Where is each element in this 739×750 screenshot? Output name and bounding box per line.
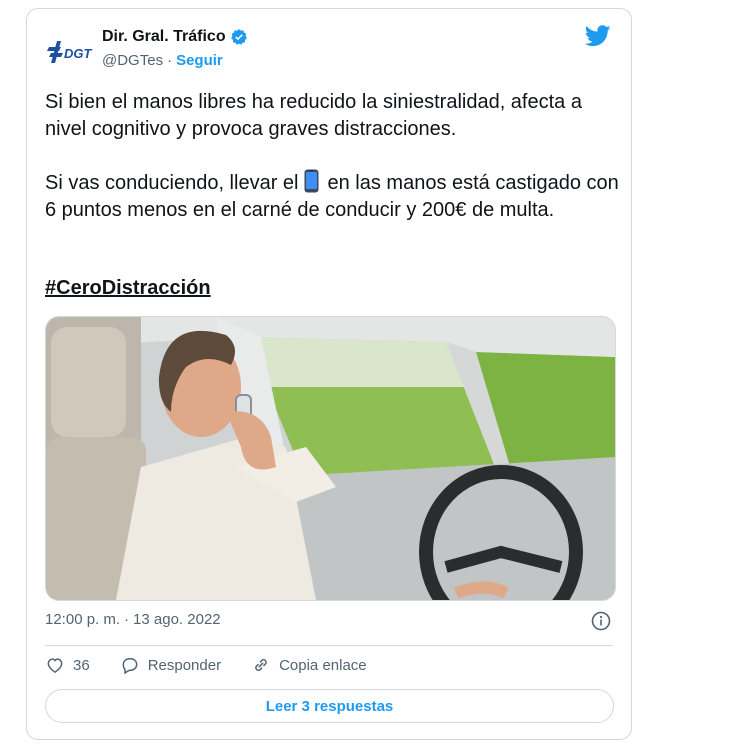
display-name[interactable]: Dir. Gral. Tráfico: [102, 28, 226, 46]
reply-label: Responder: [147, 656, 222, 674]
driver-photo-illustration: [46, 317, 615, 600]
tweet-photo[interactable]: [45, 316, 616, 601]
mobile-phone-icon: [304, 169, 319, 193]
account-name-row: Dir. Gral. Tráfico: [102, 28, 248, 46]
handle-separator: ·: [167, 52, 173, 69]
tweet-paragraph-2: Si vas conduciendo, llevar el en las mano…: [45, 169, 620, 224]
verified-badge-icon: [230, 29, 247, 45]
action-bar: 36 Responder Copia enlace: [45, 655, 397, 675]
reply-icon: [122, 658, 138, 675]
tweet-date: 13 ago. 2022: [133, 611, 221, 628]
tweet-text: Si bien el manos libres ha reducido la s…: [45, 89, 620, 250]
dgt-logo[interactable]: DGT: [47, 37, 99, 65]
reply-button[interactable]: Responder: [120, 655, 221, 675]
hashtag-link[interactable]: #CeroDistracción: [45, 277, 211, 300]
tweet-paragraph-1: Si bien el manos libres ha reducido la s…: [45, 91, 582, 140]
like-button[interactable]: 36: [45, 655, 90, 675]
follow-link[interactable]: Seguir: [176, 52, 223, 69]
handle-row: @DGTes · Seguir: [102, 52, 223, 69]
handle[interactable]: @DGTes: [102, 52, 163, 69]
timestamp-separator: ·: [124, 611, 130, 628]
twitter-bird-icon[interactable]: [585, 25, 611, 47]
tweet-paragraph-2-before: Si vas conduciendo, llevar el: [45, 172, 299, 194]
like-count: 36: [73, 656, 90, 674]
dgt-logo-text: DGT: [64, 46, 93, 61]
tweet-time: 12:00 p. m.: [45, 611, 121, 628]
link-icon: [255, 659, 267, 671]
copy-link-label: Copia enlace: [279, 656, 367, 674]
tweet-card: DGT Dir. Gral. Tráfico @DGTes · Seguir S…: [26, 8, 632, 740]
info-icon[interactable]: [591, 611, 611, 631]
copy-link-button[interactable]: Copia enlace: [251, 655, 367, 675]
heart-icon: [47, 658, 63, 673]
read-replies-button[interactable]: Leer 3 respuestas: [45, 689, 614, 723]
divider: [45, 645, 613, 646]
tweet-timestamp[interactable]: 12:00 p. m. · 13 ago. 2022: [45, 611, 221, 628]
